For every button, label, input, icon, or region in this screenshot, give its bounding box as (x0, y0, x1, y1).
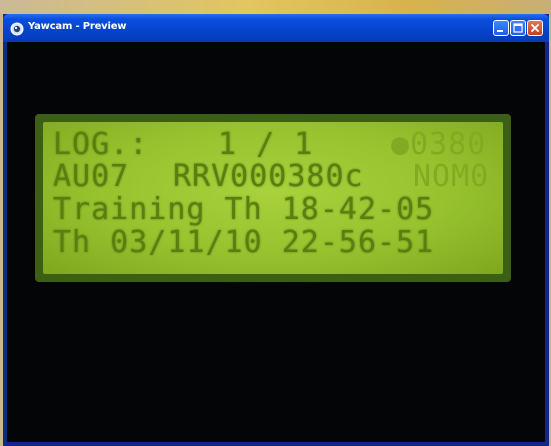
title-bar[interactable]: Yawcam - Preview (3, 14, 549, 42)
lcd-training-text: Training Th 18-42-05 (53, 192, 435, 227)
yawcam-app-icon[interactable] (10, 21, 24, 36)
close-icon (531, 24, 539, 32)
preview-window[interactable]: Yawcam - Preview LOG.: 1 / 1 ●0380 AU07 … (3, 14, 549, 446)
lcd-display: LOG.: 1 / 1 ●0380 AU07 RRV000380c NOM0 T… (43, 122, 503, 274)
lcd-unit: AU07 (53, 159, 130, 194)
minimize-icon (497, 30, 503, 32)
lcd-log-count: 1 / 1 (218, 127, 314, 162)
lcd-line-4: Th 03/11/10 22-56-51 (43, 228, 503, 274)
maximize-icon (513, 23, 523, 33)
lcd-serial: RRV000380c (173, 159, 364, 194)
lcd-datetime-text: Th 03/11/10 22-56-51 (53, 225, 435, 260)
lcd-log-id: ●0380 (391, 127, 487, 162)
maximize-button[interactable] (510, 20, 526, 36)
minimize-button[interactable] (493, 20, 509, 36)
camera-preview-area: LOG.: 1 / 1 ●0380 AU07 RRV000380c NOM0 T… (7, 42, 545, 442)
close-button[interactable] (527, 20, 543, 36)
lcd-log-label: LOG.: (53, 127, 149, 162)
lcd-mode: NOM0 (413, 159, 490, 194)
desktop-background (0, 0, 551, 14)
window-title: Yawcam - Preview (28, 21, 127, 32)
